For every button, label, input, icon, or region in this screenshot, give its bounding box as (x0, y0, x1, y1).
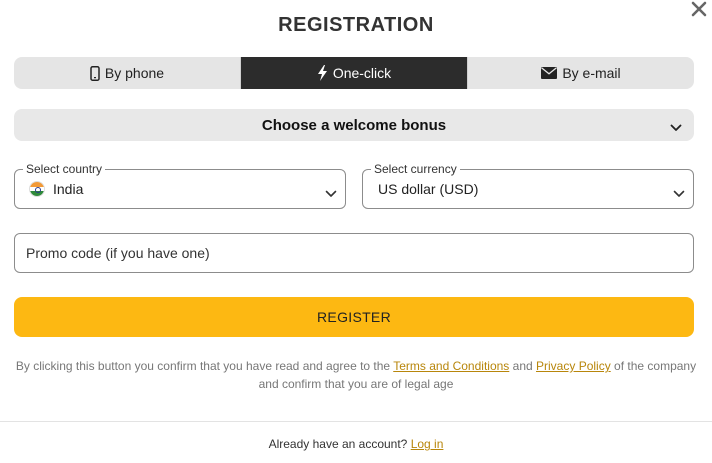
envelope-icon (541, 67, 558, 79)
terms-line2: and confirm that you are of legal age (258, 377, 454, 391)
chevron-down-icon (670, 119, 682, 136)
footer-text: Already have an account? (268, 437, 408, 451)
lightning-icon (317, 65, 328, 81)
login-link[interactable]: Log in (411, 437, 444, 451)
tab-label: One-click (332, 65, 392, 81)
privacy-policy-link[interactable]: Privacy Policy (536, 359, 611, 373)
promo-code-input[interactable] (14, 233, 694, 273)
currency-legend: Select currency (371, 162, 460, 176)
tab-label: By phone (104, 65, 165, 81)
country-value: India (53, 181, 84, 197)
login-prompt: Already have an account? Log in (0, 437, 712, 451)
terms-link[interactable]: Terms and Conditions (393, 359, 509, 373)
bonus-label: Choose a welcome bonus (261, 116, 447, 134)
chevron-down-icon (673, 185, 685, 203)
currency-select[interactable]: Select currency US dollar (USD) (362, 162, 694, 209)
tab-by-email[interactable]: By e-mail (468, 57, 694, 89)
modal-title: REGISTRATION (278, 14, 434, 36)
register-button[interactable]: REGISTER (14, 297, 694, 337)
terms-notice: By clicking this button you confirm that… (0, 357, 712, 393)
footer-divider (0, 421, 712, 422)
currency-value: US dollar (USD) (378, 181, 479, 197)
close-icon[interactable] (690, 0, 708, 18)
tab-by-phone[interactable]: By phone (14, 57, 241, 89)
registration-method-tabs: By phone One-click By e-mail (14, 57, 694, 89)
welcome-bonus-dropdown[interactable]: Choose a welcome bonus (14, 109, 694, 141)
terms-text-after: of the company (614, 359, 697, 373)
registration-modal: REGISTRATION By phone One-click By e-mai… (0, 0, 712, 463)
chevron-down-icon (325, 185, 337, 203)
country-legend: Select country (23, 162, 106, 176)
terms-text-before: By clicking this button you confirm that… (15, 359, 391, 373)
tab-one-click[interactable]: One-click (241, 57, 468, 89)
country-select[interactable]: Select country India (14, 162, 346, 209)
india-flag-icon (29, 181, 45, 197)
terms-and: and (512, 359, 533, 373)
phone-icon (90, 65, 100, 81)
tab-label: By e-mail (562, 65, 621, 81)
